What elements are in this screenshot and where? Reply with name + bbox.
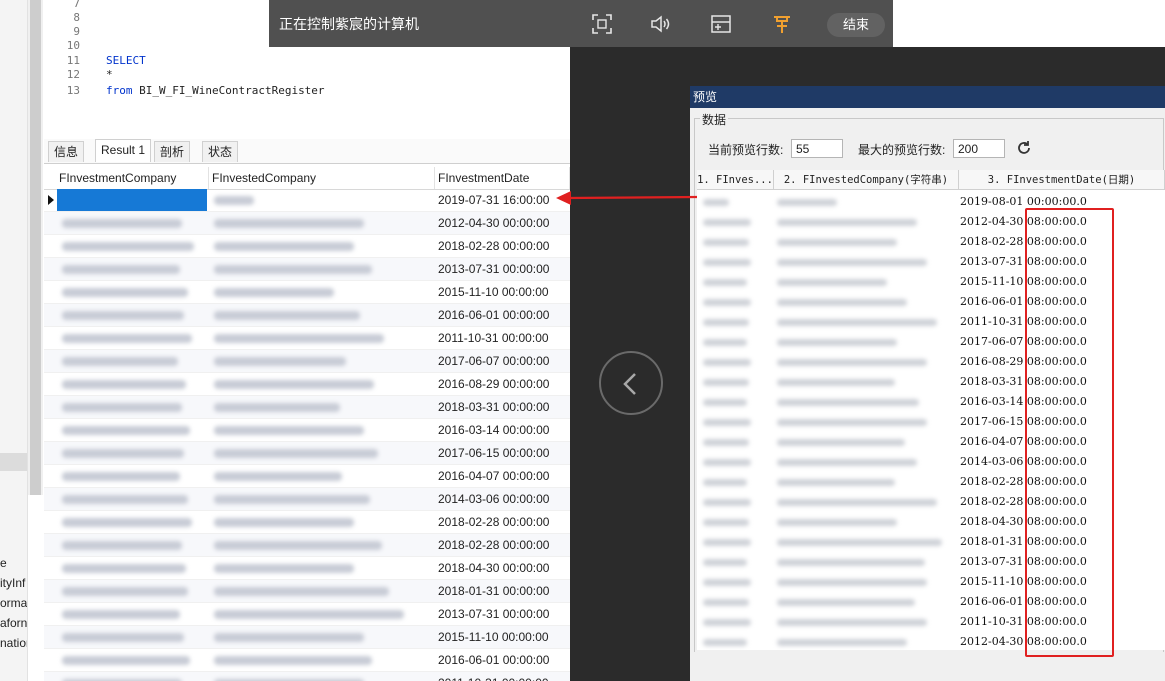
arrow-line — [567, 195, 698, 200]
arrow-head — [556, 191, 571, 205]
annotation-arrow — [556, 191, 698, 205]
